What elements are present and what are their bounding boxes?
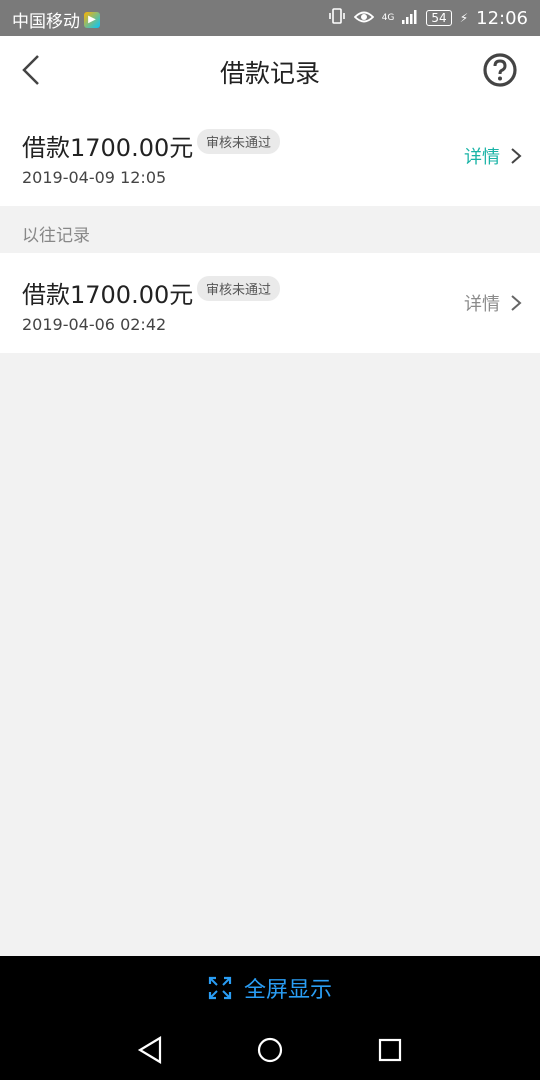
loan-amount: 借款1700.00元 [22,281,194,309]
detail-link[interactable]: 详情 [464,290,522,316]
status-icons: 4G 54 ⚡ 12:06 [328,7,528,29]
section-title: 以往记录 [22,226,90,246]
status-badge: 审核未通过 [197,129,281,154]
network-type: 4G [381,13,395,23]
square-recents-icon [378,1038,402,1062]
triangle-back-icon [137,1036,162,1064]
bottom-bar: 全屏显示 [0,956,540,1080]
loan-record-current[interactable]: 借款1700.00元 审核未通过 2019-04-09 12:05 详情 [0,106,540,206]
clock: 12:06 [476,7,528,29]
battery-indicator: 54 [426,10,452,26]
fullscreen-button[interactable]: 全屏显示 [0,972,540,1004]
status-bar: 中国移动 ▶ 4G 54 ⚡ 12:06 [0,0,540,36]
vibrate-icon [328,7,346,29]
loan-date: 2019-04-06 02:42 [22,315,167,334]
nav-back-button[interactable] [130,1030,170,1070]
expand-icon [208,976,232,1000]
detail-label: 详情 [464,294,500,315]
loan-record-past[interactable]: 借款1700.00元 审核未通过 2019-04-06 02:42 详情 [0,253,540,353]
carrier: 中国移动 ▶ [12,7,100,32]
loan-amount: 借款1700.00元 [22,134,194,162]
header: 借款记录 [0,36,540,106]
video-app-icon: ▶ [84,11,100,28]
status-badge: 审核未通过 [197,276,281,301]
charging-icon: ⚡ [459,11,469,25]
page-title: 借款记录 [219,59,320,88]
section-header: 以往记录 [0,208,540,253]
nav-recents-button[interactable] [370,1030,410,1070]
circle-home-icon [257,1037,283,1063]
carrier-name: 中国移动 [12,12,80,32]
chevron-right-icon [511,295,522,311]
help-button[interactable] [482,52,518,88]
fullscreen-label: 全屏显示 [243,978,332,1003]
nav-home-button[interactable] [250,1030,290,1070]
eye-icon [353,9,374,28]
question-circle-icon [483,53,517,87]
loan-date: 2019-04-09 12:05 [22,168,167,187]
chevron-right-icon [511,148,522,164]
detail-link[interactable]: 详情 [464,143,522,169]
system-nav-keys [0,1030,540,1070]
detail-label: 详情 [464,147,500,168]
signal-icon [402,9,418,28]
